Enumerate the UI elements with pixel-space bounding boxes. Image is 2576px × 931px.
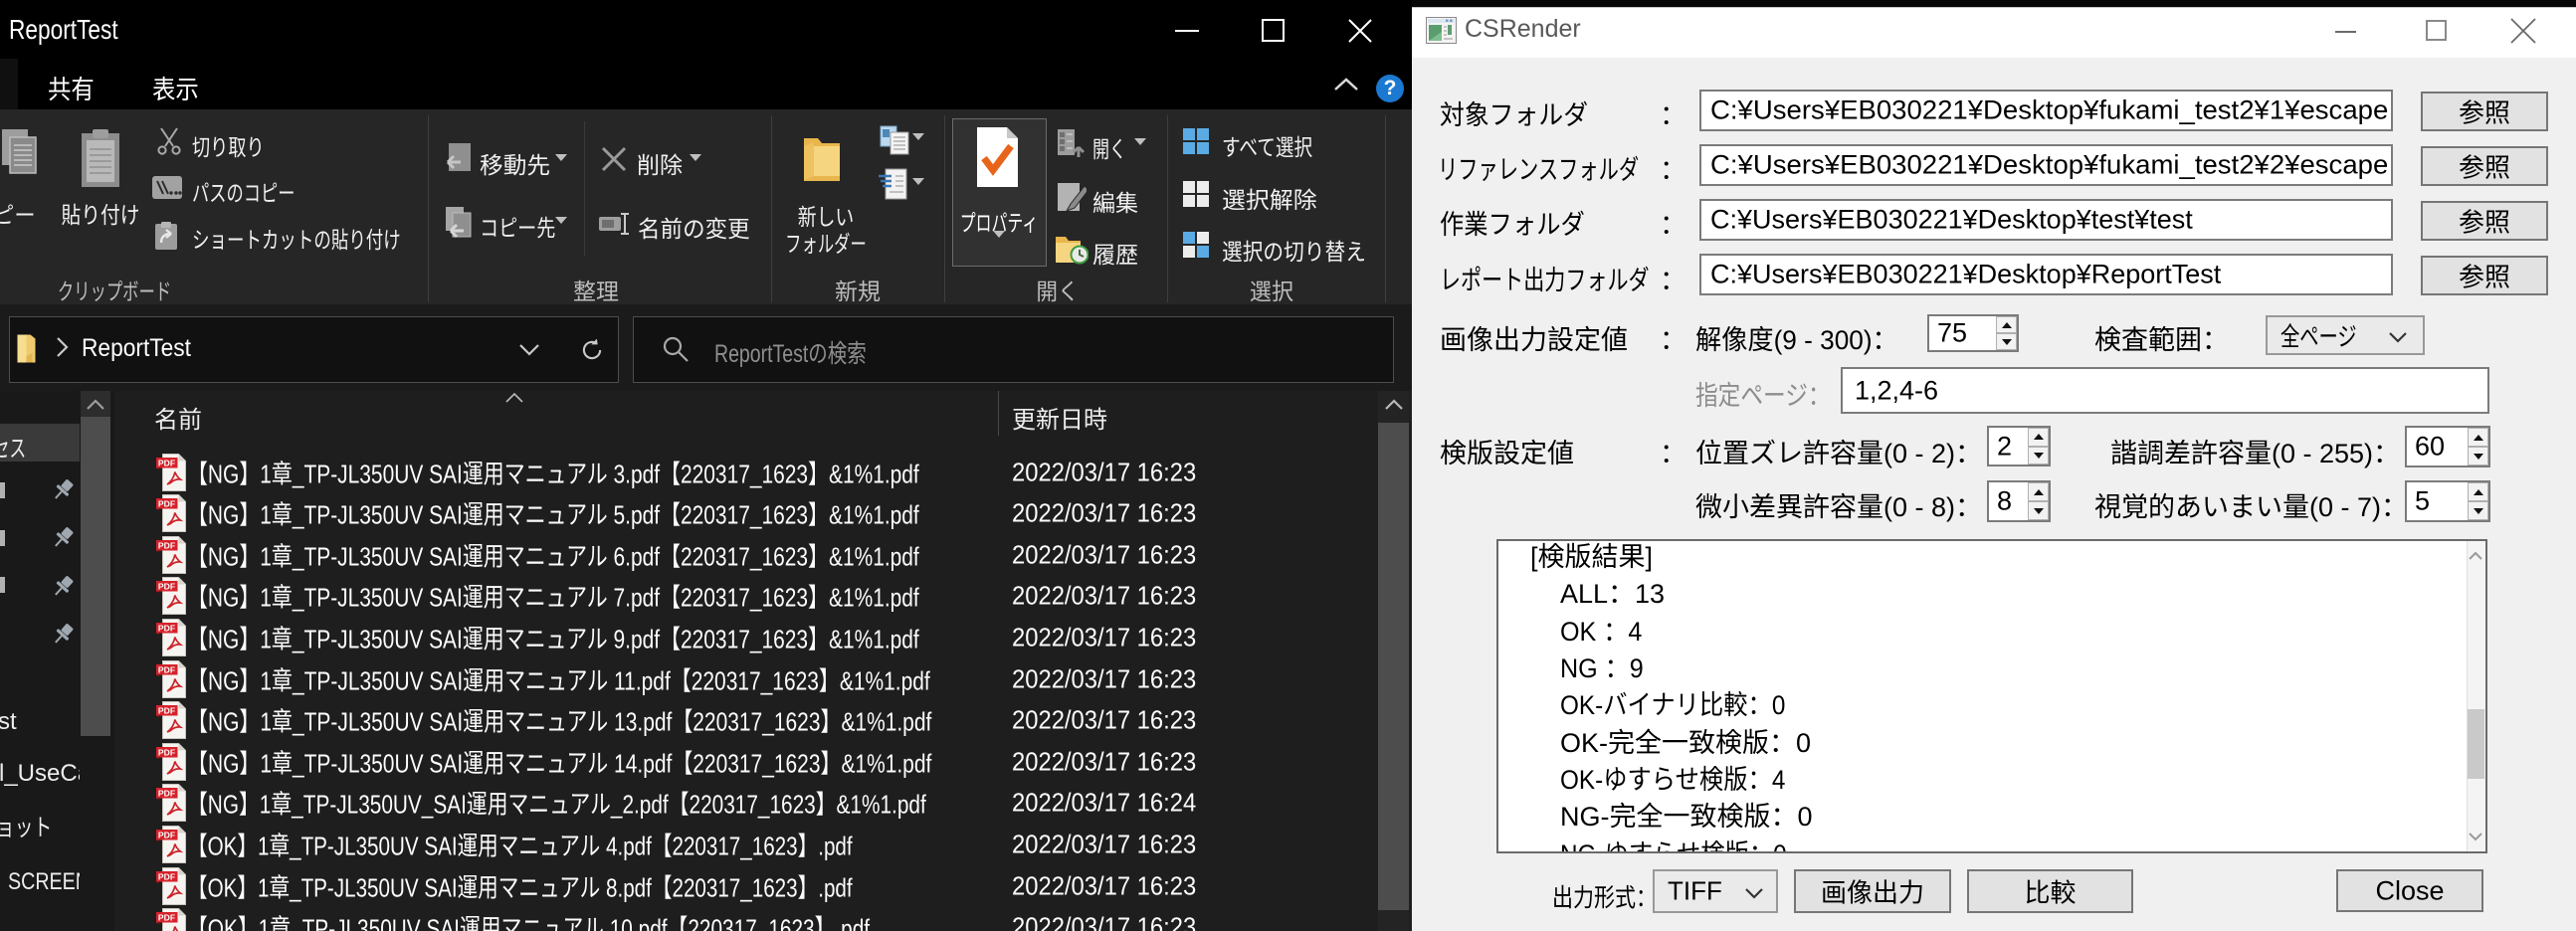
svg-text:PDF: PDF xyxy=(158,664,175,674)
svg-text:PDF: PDF xyxy=(158,623,175,633)
svg-text:PDF: PDF xyxy=(158,540,175,550)
svg-text:PDF: PDF xyxy=(158,458,175,467)
svg-text:PDF: PDF xyxy=(158,747,175,757)
svg-text:PDF: PDF xyxy=(158,499,175,509)
svg-text:PDF: PDF xyxy=(158,913,175,923)
svg-text:PDF: PDF xyxy=(158,706,175,716)
svg-text:PDF: PDF xyxy=(158,582,175,592)
svg-text:PDF: PDF xyxy=(158,789,175,799)
svg-text:PDF: PDF xyxy=(158,871,175,881)
svg-text:PDF: PDF xyxy=(158,830,175,839)
